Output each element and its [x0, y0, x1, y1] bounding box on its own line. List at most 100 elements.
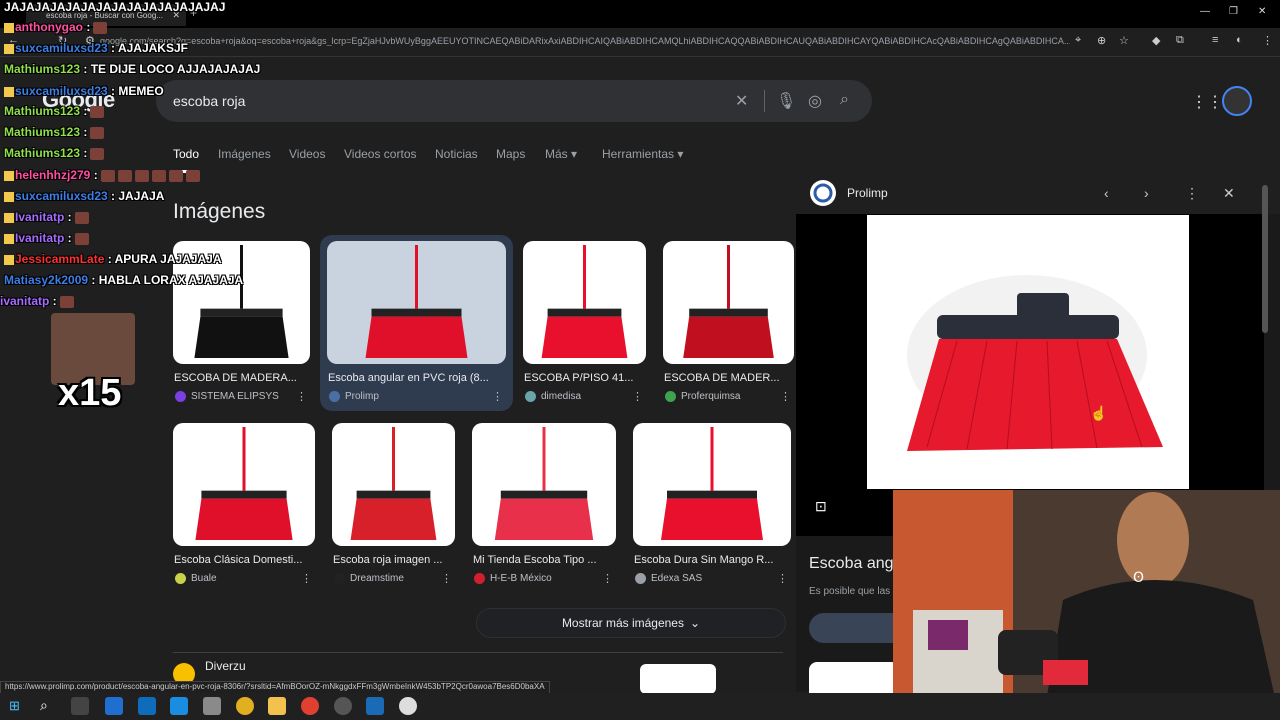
- result-source[interactable]: Dreamstime: [350, 573, 404, 584]
- mouse-app-icon[interactable]: [399, 697, 417, 715]
- tab-mas[interactable]: Más ▾: [545, 147, 577, 161]
- result-thumbnail[interactable]: [663, 241, 794, 364]
- voice-search-icon[interactable]: 🎙: [776, 91, 796, 111]
- result-source[interactable]: Proferquimsa: [681, 391, 740, 402]
- chat-message: Ivanitatp :: [4, 231, 89, 245]
- clear-search-icon[interactable]: ✕: [735, 91, 748, 111]
- more-options-icon[interactable]: ⋮: [441, 572, 452, 585]
- windows-start-icon[interactable]: ⊞: [9, 698, 20, 714]
- result-thumbnail[interactable]: [332, 423, 455, 546]
- chat-text: : TE DIJE LOCO AJJAJAJAJAJ: [80, 62, 261, 76]
- close-window-icon[interactable]: ✕: [1258, 6, 1266, 17]
- task-view-icon[interactable]: [71, 697, 89, 715]
- outlook-icon[interactable]: [138, 697, 156, 715]
- chrome-active-icon[interactable]: [301, 697, 319, 715]
- tools-menu[interactable]: Herramientas ▾: [602, 147, 683, 161]
- source-favicon: [329, 391, 340, 402]
- minimize-icon[interactable]: —: [1200, 6, 1210, 17]
- menu-icon[interactable]: ⋮: [1262, 34, 1273, 47]
- scrollbar[interactable]: [1262, 185, 1268, 333]
- result-source[interactable]: Edexa SAS: [651, 573, 702, 584]
- result-source[interactable]: Prolimp: [345, 391, 379, 402]
- result-caption[interactable]: Escoba Clásica Domesti...: [174, 554, 318, 566]
- result-source[interactable]: dimedisa: [541, 391, 581, 402]
- tab-videos-cortos[interactable]: Videos cortos: [344, 147, 417, 161]
- chat-username: Ivanitatp: [15, 210, 65, 224]
- search-icon[interactable]: ⌕: [840, 91, 849, 109]
- emote-icon: [90, 147, 105, 160]
- more-options-icon[interactable]: ⋮: [777, 572, 788, 585]
- source-favicon: [635, 573, 646, 584]
- tab-videos[interactable]: Videos: [289, 147, 325, 161]
- search-input[interactable]: escoba roja: [173, 93, 245, 109]
- previous-icon[interactable]: ‹: [1104, 185, 1109, 201]
- more-options-icon[interactable]: ⋮: [296, 390, 307, 403]
- next-icon[interactable]: ›: [1144, 185, 1149, 201]
- result-thumbnail[interactable]: [633, 423, 791, 546]
- chat-message: suxcamiluxsd23 : AJAJAKSJF: [4, 41, 188, 55]
- emote-icon: [90, 126, 105, 139]
- obs-icon[interactable]: [334, 697, 352, 715]
- result-thumbnail[interactable]: [173, 423, 315, 546]
- lens-icon[interactable]: ◎: [808, 91, 822, 111]
- more-options-icon[interactable]: ⋮: [1185, 185, 1199, 202]
- profile-icon[interactable]: ◐: [1236, 34, 1243, 46]
- search-taskbar-icon[interactable]: ⌕: [40, 697, 48, 714]
- avatar[interactable]: [1222, 86, 1252, 116]
- source-favicon: [175, 573, 186, 584]
- app-icon[interactable]: [366, 697, 384, 715]
- result-thumbnail[interactable]: [327, 241, 506, 364]
- result-caption[interactable]: Escoba roja imagen ...: [333, 554, 458, 566]
- tab-todo[interactable]: Todo: [173, 147, 199, 161]
- chat-text: :: [64, 210, 72, 224]
- result-caption[interactable]: ESCOBA DE MADERA...: [174, 372, 313, 384]
- more-options-icon[interactable]: ⋮: [492, 390, 503, 403]
- result-source[interactable]: Buale: [191, 573, 217, 584]
- chat-username: JAJAJAJAJAJAJAJAJAJAJAJAJAJAJ: [4, 0, 226, 14]
- media-icon[interactable]: ≡: [1212, 34, 1218, 46]
- chat-text: : APURA JAJAJAJA: [104, 252, 222, 266]
- cursor-icon: ☝: [1090, 405, 1108, 421]
- share-button[interactable]: [809, 613, 899, 643]
- close-icon[interactable]: ✕: [1223, 185, 1235, 202]
- result-thumbnail[interactable]: [640, 664, 716, 694]
- tab-noticias[interactable]: Noticias: [435, 147, 478, 161]
- chrome-icon[interactable]: [236, 697, 254, 715]
- location-icon[interactable]: ⌖: [1075, 34, 1081, 47]
- chevron-down-icon: ▾: [677, 147, 684, 161]
- zoom-icon[interactable]: ⊕: [1097, 34, 1106, 47]
- show-more-images-button[interactable]: Mostrar más imágenes ⌄: [476, 608, 786, 638]
- tab-imagenes[interactable]: Imágenes: [218, 147, 271, 161]
- chat-text: :: [80, 146, 88, 160]
- file-explorer-icon[interactable]: [268, 697, 286, 715]
- more-options-icon[interactable]: ⋮: [602, 572, 613, 585]
- store-icon[interactable]: [203, 697, 221, 715]
- chat-message: Mathiums123 :: [4, 104, 105, 118]
- edge-icon[interactable]: [170, 697, 188, 715]
- result-thumbnail[interactable]: [523, 241, 646, 364]
- result-source[interactable]: H-E-B México: [490, 573, 552, 584]
- result-caption[interactable]: ESCOBA DE MADER...: [664, 372, 797, 384]
- result-caption[interactable]: Mi Tienda Escoba Tipo ...: [473, 554, 619, 566]
- result-source[interactable]: Diverzu: [205, 659, 246, 673]
- more-options-icon[interactable]: ⋮: [301, 572, 312, 585]
- preview-site-name[interactable]: Prolimp: [847, 186, 888, 200]
- copilot-icon[interactable]: [105, 697, 123, 715]
- result-thumbnail[interactable]: [472, 423, 616, 546]
- maximize-icon[interactable]: ❐: [1229, 6, 1238, 17]
- result-caption[interactable]: Escoba angular en PVC roja (8...: [328, 372, 509, 384]
- preview-title[interactable]: Escoba angu: [809, 555, 902, 573]
- chat-message: Ivanitatp :: [4, 210, 89, 224]
- more-options-icon[interactable]: ⋮: [780, 390, 791, 403]
- more-options-icon[interactable]: ⋮: [632, 390, 643, 403]
- result-caption[interactable]: ESCOBA P/PISO 41...: [524, 372, 649, 384]
- puzzle-icon[interactable]: ⧉: [1176, 34, 1184, 47]
- tab-maps[interactable]: Maps: [496, 147, 525, 161]
- lens-search-icon[interactable]: ⊡: [815, 498, 827, 515]
- preview-image[interactable]: [867, 215, 1189, 489]
- extension-icon[interactable]: ◆: [1152, 34, 1160, 47]
- bookmark-star-icon[interactable]: ☆: [1119, 34, 1129, 47]
- result-caption[interactable]: Escoba Dura Sin Mango R...: [634, 554, 794, 566]
- url-field[interactable]: google.com/search?q=escoba+roja&oq=escob…: [100, 36, 1070, 46]
- result-source[interactable]: SISTEMA ELIPSYS: [191, 391, 279, 402]
